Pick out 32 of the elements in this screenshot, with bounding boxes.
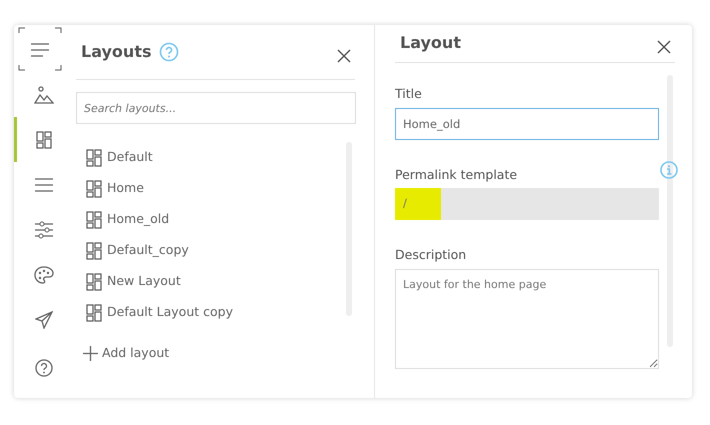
layout-list-item[interactable]: New Layout bbox=[86, 266, 181, 297]
panel-title: Layout bbox=[400, 32, 461, 54]
title-field[interactable]: Home_old bbox=[395, 108, 659, 140]
menu-icon bbox=[34, 178, 54, 192]
search-field[interactable]: Search layouts... bbox=[76, 92, 356, 124]
field-label: Description bbox=[395, 246, 466, 264]
layout-icon bbox=[86, 180, 102, 198]
description-field[interactable]: Layout for the home page bbox=[395, 269, 659, 369]
layout-icon bbox=[86, 210, 102, 228]
layout-list-item[interactable]: Default Layout copy bbox=[86, 297, 233, 324]
palette-icon bbox=[34, 266, 54, 284]
plus-icon bbox=[82, 344, 99, 362]
panel-title: Layouts bbox=[81, 41, 152, 63]
layout-icon bbox=[36, 130, 52, 148]
layout-icon bbox=[86, 242, 102, 260]
sliders-icon bbox=[34, 220, 54, 238]
help-icon bbox=[34, 358, 52, 376]
layout-list-item[interactable]: Default_copy bbox=[86, 235, 189, 266]
menu-icon bbox=[30, 42, 50, 56]
field-label: Permalink template bbox=[395, 166, 518, 184]
permalink-field[interactable]: / bbox=[395, 188, 659, 220]
layout-icon bbox=[86, 148, 102, 166]
layout-list-item[interactable]: Home_old bbox=[86, 204, 170, 235]
layout-list-item[interactable]: Home bbox=[86, 173, 144, 204]
layout-icon bbox=[86, 272, 102, 290]
scrollbar[interactable] bbox=[667, 74, 673, 347]
image-icon bbox=[34, 86, 54, 104]
send-icon bbox=[34, 310, 52, 328]
field-label: Title bbox=[395, 84, 422, 103]
layout-list-item[interactable]: Default bbox=[86, 142, 153, 173]
layout-icon bbox=[86, 304, 102, 322]
add-layout-button[interactable]: Add layout bbox=[82, 344, 355, 363]
